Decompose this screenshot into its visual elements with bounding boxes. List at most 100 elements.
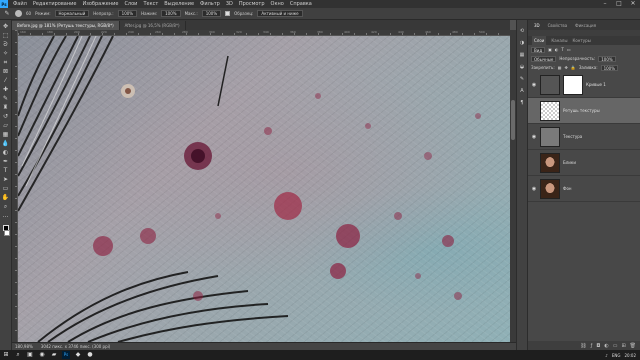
explorer-icon[interactable]: ▰	[50, 351, 58, 359]
hand-tool-icon[interactable]: ✋	[2, 194, 10, 201]
trash-icon[interactable]: 🗑	[630, 343, 636, 349]
align-checkbox[interactable]	[225, 11, 231, 16]
filter-shape-icon[interactable]: ▭	[567, 47, 571, 52]
layer-thumbnail[interactable]	[540, 126, 560, 147]
menu-item-layers[interactable]: Слои	[121, 0, 140, 8]
paragraph-panel-icon[interactable]: ¶	[519, 100, 526, 106]
sample-select[interactable]: Активный и ниже	[257, 10, 303, 17]
menu-item-help[interactable]: Справка	[287, 0, 315, 8]
brush-size[interactable]: 60	[26, 11, 31, 16]
tab-layers[interactable]: Слои	[532, 36, 547, 45]
blend-mode-select[interactable]: Обычные	[531, 55, 557, 62]
tab-after[interactable]: After.jpg @ 16,5% (RGB/8*)	[119, 21, 186, 30]
background-color-swatch[interactable]	[4, 230, 10, 236]
filter-type-icon[interactable]: T	[561, 47, 563, 52]
marquee-tool-icon[interactable]: ⬚	[2, 32, 10, 39]
link-icon[interactable]: ⛓	[580, 343, 586, 349]
brush-tool-icon[interactable]: ✎	[3, 10, 11, 17]
kind-filter-select[interactable]: Вид	[531, 46, 546, 53]
menu-item-file[interactable]: Файл	[10, 0, 30, 8]
eye-icon[interactable]: ◉	[531, 134, 537, 140]
eraser-tool-icon[interactable]: ▱	[2, 122, 10, 129]
zoom-tool-icon[interactable]: ⌕	[2, 203, 10, 210]
document-info[interactable]: 3042 пикс. x 3746 пикс. (300 ppi)	[41, 343, 111, 350]
lock-all-icon[interactable]: 🔒	[571, 65, 576, 70]
layer-mask-thumbnail[interactable]	[563, 74, 583, 95]
quick-select-tool-icon[interactable]: ✧	[2, 50, 10, 57]
windows-start-icon[interactable]: ⊞	[2, 351, 10, 359]
blur-tool-icon[interactable]: 💧	[2, 140, 10, 147]
tab-3d[interactable]: 3D	[534, 23, 540, 28]
healing-brush-tool-icon[interactable]: ✚	[2, 86, 10, 93]
tab-before[interactable]: Before.jpg @ 181% (Ретушь текстуры, RGB/…	[12, 21, 120, 30]
history-brush-tool-icon[interactable]: ↺	[2, 113, 10, 120]
clone-stamp-tool-icon[interactable]: ♜	[2, 104, 10, 111]
gradient-tool-icon[interactable]: ▦	[2, 131, 10, 138]
layer-opacity-field[interactable]: 100%	[598, 55, 616, 62]
menu-item-text[interactable]: Текст	[140, 0, 161, 8]
tab-locking[interactable]: Фиксация	[575, 23, 596, 28]
layer-thumbnail[interactable]	[540, 178, 560, 199]
menu-item-image[interactable]: Изображение	[79, 0, 121, 8]
opacity-field[interactable]: 100%	[117, 10, 138, 17]
more-tools-icon[interactable]: …	[2, 212, 10, 219]
layer-row-background[interactable]: ◉ Фон	[528, 176, 640, 202]
tab-channels[interactable]: Каналы	[551, 38, 567, 43]
layer-thumbnail[interactable]	[540, 152, 560, 173]
brush-settings-panel-icon[interactable]: ✎	[519, 76, 526, 82]
shape-tool-icon[interactable]: ▭	[2, 185, 10, 192]
menu-item-select[interactable]: Выделение	[161, 0, 197, 8]
tab-properties[interactable]: Свойства	[548, 23, 568, 28]
flow-field[interactable]: 100%	[201, 10, 222, 17]
menu-item-3d[interactable]: 3D	[223, 0, 236, 8]
clock[interactable]: 20:02	[624, 353, 636, 358]
brush-tool-icon[interactable]: ✎	[2, 95, 10, 102]
filter-adjust-icon[interactable]: ◐	[555, 47, 559, 52]
menu-item-filter[interactable]: Фильтр	[197, 0, 223, 8]
frame-tool-icon[interactable]: ⊠	[2, 68, 10, 75]
close-icon[interactable]: ✕	[626, 0, 640, 8]
scrollbar-thumb[interactable]	[511, 100, 515, 140]
new-layer-icon[interactable]: ⊞	[621, 343, 625, 349]
search-icon[interactable]: ⌕	[14, 351, 22, 359]
lock-pixels-icon[interactable]: ▦	[558, 65, 562, 70]
tab-paths[interactable]: Контуры	[572, 38, 590, 43]
eyedropper-tool-icon[interactable]: ⁄	[2, 77, 10, 84]
color-panel-icon[interactable]: ◑	[519, 40, 526, 46]
zoom-level[interactable]: 180,98%	[15, 343, 33, 350]
layer-row-highlights[interactable]: Блики	[528, 150, 640, 176]
layer-row-texture[interactable]: ◉ Текстура	[528, 124, 640, 150]
browser-icon[interactable]: ◉	[38, 351, 46, 359]
menu-item-window[interactable]: Окно	[268, 0, 287, 8]
path-select-tool-icon[interactable]: ➤	[2, 176, 10, 183]
photoshop-logo[interactable]: Ps	[0, 0, 8, 8]
lock-position-icon[interactable]: ✥	[564, 65, 567, 70]
filter-pixel-icon[interactable]: ▣	[548, 47, 552, 52]
crop-tool-icon[interactable]: ⌗	[2, 59, 10, 66]
brush-preset-icon[interactable]	[15, 10, 22, 17]
swatches-panel-icon[interactable]: ▦	[519, 52, 526, 58]
eye-icon[interactable]: ◉	[531, 82, 537, 88]
adjustment-layer-icon[interactable]: ◐	[604, 343, 608, 349]
layer-thumbnail[interactable]	[540, 100, 560, 121]
type-tool-icon[interactable]: T	[2, 167, 10, 174]
move-tool-icon[interactable]: ✥	[2, 23, 10, 30]
folder-icon[interactable]: ▭	[613, 343, 618, 349]
eye-icon[interactable]: ◉	[531, 186, 537, 192]
document-canvas[interactable]	[18, 36, 510, 342]
layer-row-curves[interactable]: ◉ Кривые 1	[528, 72, 640, 98]
mask-icon[interactable]: ◘	[596, 343, 600, 349]
task-view-icon[interactable]: ▣	[26, 351, 34, 359]
dodge-tool-icon[interactable]: ◐	[2, 149, 10, 156]
app-icon[interactable]: ●	[86, 351, 94, 359]
language-indicator[interactable]: ENG	[612, 353, 621, 358]
lasso-tool-icon[interactable]: ᘐ	[2, 41, 10, 48]
pressure-field[interactable]: 100%	[161, 10, 181, 17]
mode-select[interactable]: Нормальный	[54, 10, 90, 17]
minimize-icon[interactable]: –	[598, 0, 612, 8]
volume-icon[interactable]: ♪	[605, 353, 608, 358]
maximize-icon[interactable]: □	[612, 0, 626, 8]
photoshop-taskbar-icon[interactable]: Ps	[62, 351, 70, 359]
menu-item-edit[interactable]: Редактирование	[30, 0, 80, 8]
fx-icon[interactable]: ƒ	[591, 343, 593, 349]
